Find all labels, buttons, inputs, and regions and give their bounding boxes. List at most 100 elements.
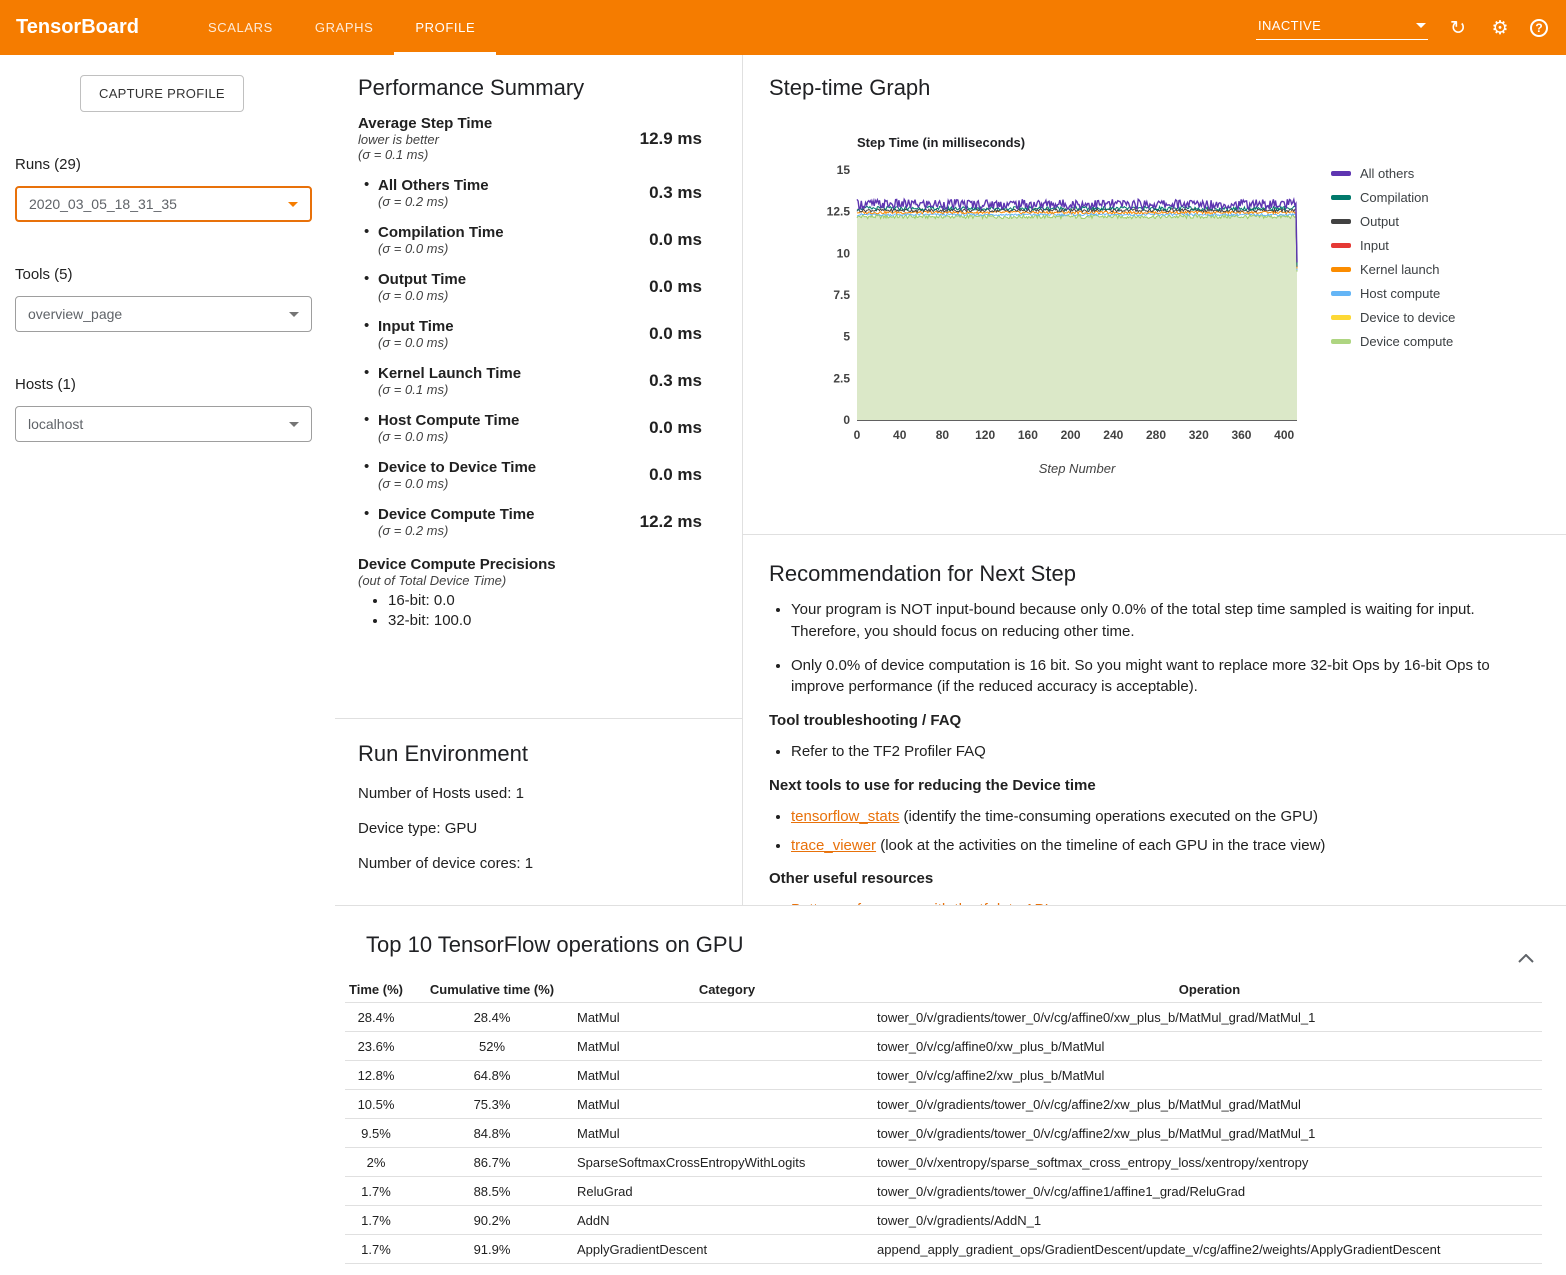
legend-label: Host compute — [1360, 286, 1440, 301]
settings-gear-icon[interactable]: ⚙ — [1488, 16, 1512, 40]
sidebar: CAPTURE PROFILE Runs (29) 2020_03_05_18_… — [0, 55, 335, 1275]
metric-row: Device to Device Time (σ = 0.0 ms) 0.0 m… — [358, 459, 702, 491]
tool-item: trace_viewer (look at the activities on … — [791, 835, 1536, 857]
collapse-section-button[interactable] — [1514, 946, 1538, 972]
capture-status-value: INACTIVE — [1258, 18, 1321, 33]
svg-text:360: 360 — [1231, 428, 1251, 442]
legend-label: Device compute — [1360, 334, 1453, 349]
svg-text:280: 280 — [1146, 428, 1166, 442]
tools-select[interactable]: overview_page — [15, 296, 312, 332]
cell-category: MatMul — [577, 1039, 877, 1054]
capture-status-select[interactable]: INACTIVE — [1256, 15, 1428, 40]
svg-text:80: 80 — [936, 428, 950, 442]
chevron-down-icon — [288, 202, 298, 207]
metric-row: Kernel Launch Time (σ = 0.1 ms) 0.3 ms — [358, 365, 702, 397]
run-env-line: Device type: GPU — [358, 820, 702, 837]
metric-label: All Others Time — [378, 177, 489, 194]
legend-swatch — [1331, 339, 1351, 344]
cell-category: MatMul — [577, 1068, 877, 1083]
metric-value: 0.0 ms — [649, 277, 702, 297]
tool-item: tensorflow_stats (identify the time-cons… — [791, 806, 1536, 828]
hosts-label: Hosts (1) — [15, 376, 320, 393]
metric-label: Device to Device Time — [378, 459, 536, 476]
device-compute-precisions: Device Compute Precisions (out of Total … — [358, 556, 702, 629]
run-env-line: Number of device cores: 1 — [358, 855, 702, 872]
cell-time: 10.5% — [345, 1097, 407, 1112]
cell-operation: tower_0/v/cg/affine0/xw_plus_b/MatMul — [877, 1039, 1542, 1054]
table-row: 1.7% 88.5% ReluGrad tower_0/v/gradients/… — [345, 1177, 1542, 1206]
legend-swatch — [1331, 219, 1351, 224]
cell-operation: tower_0/v/cg/affine2/xw_plus_b/MatMul — [877, 1068, 1542, 1083]
tab-scalars[interactable]: SCALARS — [187, 0, 294, 55]
table-row: 23.6% 52% MatMul tower_0/v/cg/affine0/xw… — [345, 1032, 1542, 1061]
metric-row: Device Compute Time (σ = 0.2 ms) 12.2 ms — [358, 506, 702, 538]
runs-select[interactable]: 2020_03_05_18_31_35 — [15, 186, 312, 222]
runs-select-value: 2020_03_05_18_31_35 — [29, 196, 177, 212]
legend-swatch — [1331, 171, 1351, 176]
svg-text:2.5: 2.5 — [833, 371, 850, 385]
performance-summary-section: Performance Summary Average Step Time lo… — [335, 55, 743, 719]
cell-cumulative: 28.4% — [407, 1010, 577, 1025]
metric-label: Kernel Launch Time — [378, 365, 521, 382]
cell-operation: append_apply_gradient_ops/GradientDescen… — [877, 1242, 1542, 1257]
metric-row: Host Compute Time (σ = 0.0 ms) 0.0 ms — [358, 412, 702, 444]
recommendation-title: Recommendation for Next Step — [769, 561, 1536, 587]
chart-legend: All others Compilation Output Input Kern… — [1331, 160, 1455, 476]
legend-label: Compilation — [1360, 190, 1429, 205]
help-icon[interactable]: ? — [1530, 19, 1548, 37]
metric-value: 12.2 ms — [640, 512, 702, 532]
run-env-line: Number of Hosts used: 1 — [358, 785, 702, 802]
cell-time: 28.4% — [345, 1010, 407, 1025]
cell-category: ReluGrad — [577, 1184, 877, 1199]
tool-item-description: (look at the activities on the timeline … — [876, 837, 1325, 854]
svg-text:400: 400 — [1274, 428, 1294, 442]
tab-profile[interactable]: PROFILE — [394, 0, 496, 55]
hosts-select[interactable]: localhost — [15, 406, 312, 442]
hosts-select-value: localhost — [28, 416, 83, 432]
tools-label: Tools (5) — [15, 266, 320, 283]
metric-label: Compilation Time — [378, 224, 504, 241]
recommendation-section: Recommendation for Next Step Your progra… — [743, 535, 1566, 905]
legend-item: Output — [1331, 214, 1455, 229]
metric-sigma: (σ = 0.2 ms) — [378, 194, 489, 209]
recommendation-bullet: Your program is NOT input-bound because … — [791, 599, 1536, 643]
cell-operation: tower_0/v/gradients/AddN_1 — [877, 1213, 1542, 1228]
tensorflow-stats-link[interactable]: tensorflow_stats — [791, 808, 899, 825]
refresh-icon[interactable]: ↻ — [1446, 16, 1470, 40]
step-time-graph-section: Step-time Graph Step Time (in millisecon… — [743, 55, 1566, 535]
legend-swatch — [1331, 267, 1351, 272]
cell-operation: tower_0/v/gradients/tower_0/v/cg/affine0… — [877, 1010, 1542, 1025]
svg-text:120: 120 — [975, 428, 995, 442]
cell-category: MatMul — [577, 1097, 877, 1112]
metric-value: 0.3 ms — [649, 183, 702, 203]
tool-item-description: (identify the time-consuming operations … — [899, 808, 1318, 825]
cell-cumulative: 52% — [407, 1039, 577, 1054]
metric-sigma: (σ = 0.0 ms) — [378, 335, 454, 350]
table-row: 28.4% 28.4% MatMul tower_0/v/gradients/t… — [345, 1003, 1542, 1032]
table-header-row: Time (%) Cumulative time (%) Category Op… — [345, 976, 1542, 1003]
chart-plot-area: 02.557.51012.515040801201602002402803203… — [817, 160, 1317, 476]
col-header-category: Category — [577, 982, 877, 997]
legend-item: Kernel launch — [1331, 262, 1455, 277]
cell-cumulative: 64.8% — [407, 1068, 577, 1083]
svg-text:40: 40 — [893, 428, 907, 442]
table-row: 10.5% 75.3% MatMul tower_0/v/gradients/t… — [345, 1090, 1542, 1119]
recommendation-bullet: Only 0.0% of device computation is 16 bi… — [791, 655, 1536, 699]
faq-item: Refer to the TF2 Profiler FAQ — [791, 741, 1536, 763]
metric-value: 0.0 ms — [649, 465, 702, 485]
tab-graphs[interactable]: GRAPHS — [294, 0, 395, 55]
legend-item: Input — [1331, 238, 1455, 253]
cell-time: 1.7% — [345, 1184, 407, 1199]
cell-cumulative: 91.9% — [407, 1242, 577, 1257]
svg-text:7.5: 7.5 — [833, 288, 850, 302]
top-ops-table: Time (%) Cumulative time (%) Category Op… — [345, 976, 1542, 1264]
metric-row: All Others Time (σ = 0.2 ms) 0.3 ms — [358, 177, 702, 209]
capture-profile-button[interactable]: CAPTURE PROFILE — [80, 75, 244, 112]
run-environment-title: Run Environment — [358, 741, 702, 767]
step-time-chart: Step Time (in milliseconds) 02.557.51012… — [817, 135, 1546, 476]
top-ops-title: Top 10 TensorFlow operations on GPU — [366, 932, 1542, 958]
cell-operation: tower_0/v/gradients/tower_0/v/cg/affine1… — [877, 1184, 1542, 1199]
cell-time: 23.6% — [345, 1039, 407, 1054]
trace-viewer-link[interactable]: trace_viewer — [791, 837, 876, 854]
legend-swatch — [1331, 195, 1351, 200]
